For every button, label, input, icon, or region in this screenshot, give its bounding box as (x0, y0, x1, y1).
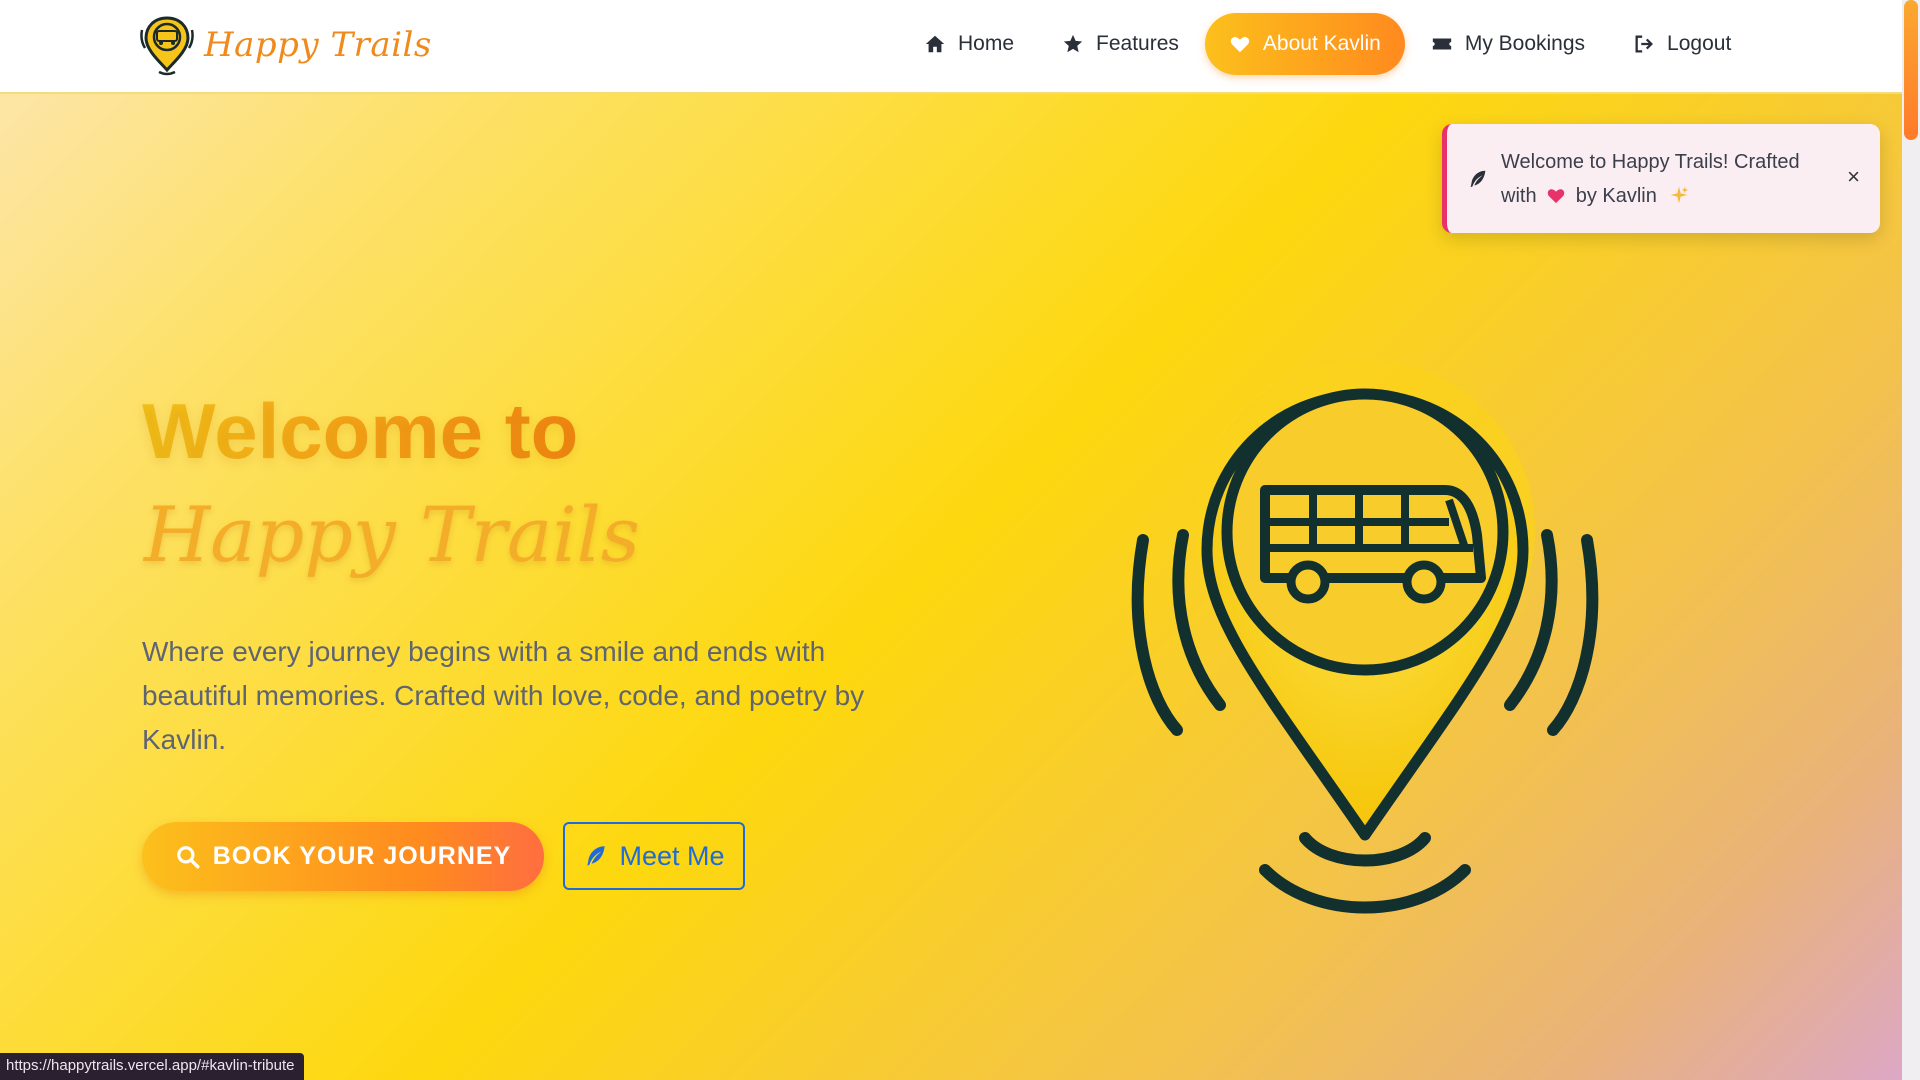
nav-features[interactable]: Features (1038, 12, 1203, 76)
nav-my-bookings[interactable]: My Bookings (1407, 12, 1609, 76)
ticket-icon (1432, 38, 1451, 50)
nav-about-label: About Kavlin (1262, 32, 1381, 55)
feather-icon (587, 846, 606, 866)
star-icon (1063, 34, 1083, 53)
welcome-toast: Welcome to Happy Trails! Crafted with by… (1442, 124, 1880, 233)
main-nav: Home Features About Kavlin My Bookings L… (900, 12, 1755, 76)
page-scrollbar[interactable] (1902, 0, 1920, 1080)
nav-features-label: Features (1096, 32, 1179, 55)
hero-subtitle: Where every journey begins with a smile … (142, 636, 865, 755)
toast-line-1: Welcome to Happy Trails! Crafted (1501, 150, 1800, 173)
nav-home-label: Home (958, 32, 1015, 55)
brand[interactable]: Happy Trails (140, 14, 432, 76)
book-journey-label: BOOK YOUR JOURNEY (212, 842, 512, 870)
home-icon (925, 35, 945, 53)
hero-title: Welcome to (142, 387, 579, 475)
nav-logout[interactable]: Logout (1609, 12, 1755, 76)
toast-message: Welcome to Happy Trails! Crafted with by… (1501, 145, 1851, 213)
nav-home[interactable]: Home (900, 12, 1038, 76)
search-icon (176, 845, 200, 868)
toast-line-2-suffix: by Kavlin (1575, 184, 1657, 207)
navbar: Happy Trails Home Features About Kavlin … (0, 0, 1902, 94)
meet-me-button[interactable]: Meet Me (563, 822, 745, 890)
bus-location-pin-icon (140, 16, 194, 76)
nav-bookings-label: My Bookings (1464, 32, 1586, 55)
book-journey-button[interactable]: BOOK YOUR JOURNEY (142, 822, 544, 891)
toast-close-button[interactable]: × (1847, 164, 1860, 190)
status-bar-url: https://happytrails.vercel.app/#kavlin-t… (0, 1053, 305, 1080)
hero-script-title: Happy Trails (144, 490, 640, 579)
scrollbar-thumb[interactable] (1904, 0, 1918, 140)
meet-me-label: Meet Me (619, 840, 725, 871)
logout-icon (1635, 35, 1654, 53)
brand-name: Happy Trails (204, 25, 432, 65)
nav-about-kavlin[interactable]: About Kavlin (1204, 13, 1405, 75)
bus-location-pin-icon (1131, 360, 1599, 914)
sparkles-icon (1671, 186, 1689, 203)
feather-icon (1470, 170, 1486, 187)
heart-emoji-icon (1547, 188, 1565, 203)
toast-line-2-prefix: with (1501, 184, 1537, 207)
nav-logout-label: Logout (1667, 32, 1732, 55)
heart-icon (1230, 37, 1250, 53)
